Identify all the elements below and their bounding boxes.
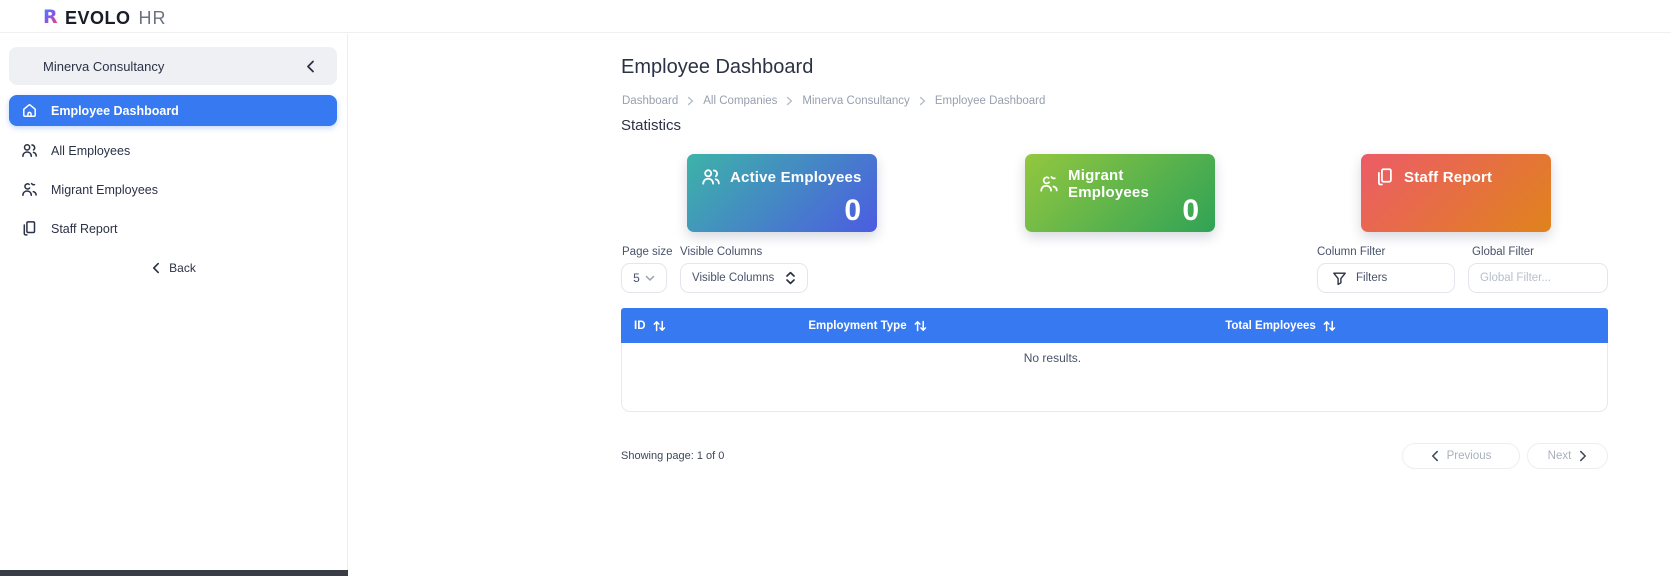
sidebar: Minerva Consultancy Employee Dashboard A… xyxy=(0,34,348,576)
chevron-right-icon xyxy=(1579,450,1587,462)
column-filter-label: Column Filter xyxy=(1317,246,1386,258)
stat-card-active-employees[interactable]: Active Employees 0 xyxy=(687,154,877,232)
stat-card-value: 0 xyxy=(844,194,861,227)
sidebar-item-employee-dashboard[interactable]: Employee Dashboard xyxy=(9,95,337,126)
global-filter-label: Global Filter xyxy=(1472,246,1534,258)
column-header-total-employees[interactable]: Total Employees xyxy=(1181,308,1381,343)
stat-card-value: 0 xyxy=(1182,194,1199,227)
stat-card-staff-report[interactable]: Staff Report xyxy=(1361,154,1551,232)
chevron-down-icon xyxy=(645,275,655,281)
chevron-left-icon xyxy=(1431,450,1439,462)
sidebar-collapse-button[interactable] xyxy=(306,60,315,73)
page-summary: Showing page: 1 of 0 xyxy=(621,450,725,462)
global-filter-input[interactable] xyxy=(1468,263,1608,293)
sort-icon xyxy=(914,320,926,331)
breadcrumb-item-company[interactable]: Minerva Consultancy xyxy=(802,95,909,107)
sidebar-item-migrant-employees[interactable]: Migrant Employees xyxy=(9,174,337,205)
company-name: Minerva Consultancy xyxy=(43,58,165,74)
column-header-employment-type[interactable]: Employment Type xyxy=(768,308,968,343)
back-label: Back xyxy=(169,261,196,275)
sidebar-item-label: All Employees xyxy=(51,143,131,158)
breadcrumb-item-dashboard[interactable]: Dashboard xyxy=(622,95,678,107)
visible-columns-dropdown[interactable]: Visible Columns xyxy=(680,263,808,293)
logo-text: EVOLO xyxy=(65,8,131,28)
page-size-value: 5 xyxy=(633,271,640,285)
column-label: ID xyxy=(634,319,646,332)
next-page-button[interactable]: Next xyxy=(1527,443,1608,469)
filters-button[interactable]: Filters xyxy=(1317,263,1455,293)
statistics-heading: Statistics xyxy=(621,117,682,134)
column-label: Employment Type xyxy=(808,319,907,332)
breadcrumb-item-current: Employee Dashboard xyxy=(934,95,1046,107)
stat-card-label: Active Employees xyxy=(730,168,862,186)
users-alt-icon xyxy=(21,181,38,198)
sort-icon xyxy=(1323,320,1336,331)
chevron-up-down-icon xyxy=(786,271,795,285)
previous-page-button[interactable]: Previous xyxy=(1402,443,1520,469)
stat-card-label: Staff Report xyxy=(1404,168,1493,186)
back-button[interactable]: Back xyxy=(0,256,348,280)
home-icon xyxy=(21,102,38,119)
users-icon xyxy=(701,167,721,187)
page-size-label: Page size xyxy=(622,246,673,258)
page-size-select[interactable]: 5 xyxy=(621,263,667,293)
previous-label: Previous xyxy=(1446,450,1492,462)
filters-button-label: Filters xyxy=(1356,272,1388,284)
visible-columns-label: Visible Columns xyxy=(680,246,763,258)
chevron-right-icon xyxy=(919,96,926,106)
stat-card-migrant-employees[interactable]: Migrant Employees 0 xyxy=(1025,154,1215,232)
chevron-left-icon xyxy=(307,60,314,72)
chevron-right-icon xyxy=(688,96,694,106)
next-label: Next xyxy=(1547,450,1572,462)
app-window: R EVOLO HR Minerva Consultancy Employee … xyxy=(0,0,1671,576)
sidebar-bottom-bar xyxy=(0,570,348,576)
breadcrumb-item-all-companies[interactable]: All Companies xyxy=(703,95,777,107)
documents-icon xyxy=(1375,167,1395,187)
sidebar-item-label: Staff Report xyxy=(51,221,118,236)
users-icon xyxy=(21,142,38,159)
empty-state-text: No results. xyxy=(1023,351,1082,365)
column-label: Total Employees xyxy=(1225,319,1316,332)
column-header-id[interactable]: ID xyxy=(634,308,667,343)
page-title: Employee Dashboard xyxy=(621,56,814,78)
funnel-icon xyxy=(1333,272,1346,285)
sidebar-item-label: Migrant Employees xyxy=(51,182,158,197)
documents-icon xyxy=(21,220,38,237)
users-alt-icon xyxy=(1039,174,1059,194)
logo-suffix: HR xyxy=(138,8,167,28)
top-bar: R EVOLO HR xyxy=(0,0,1671,33)
breadcrumb: Dashboard All Companies Minerva Consulta… xyxy=(622,95,1045,107)
stat-card-label: Migrant Employees xyxy=(1068,167,1150,201)
brand-logo[interactable]: R EVOLO HR xyxy=(43,3,167,29)
table-header: ID Employment Type Total Employees xyxy=(621,308,1608,343)
logo-r-icon: R xyxy=(43,6,62,27)
chevron-left-icon xyxy=(153,262,160,274)
sidebar-item-label: Employee Dashboard xyxy=(51,103,179,118)
visible-columns-value: Visible Columns xyxy=(692,272,775,284)
sidebar-item-all-employees[interactable]: All Employees xyxy=(9,135,337,166)
chevron-right-icon xyxy=(787,96,793,106)
svg-text:R: R xyxy=(43,6,58,27)
table-body: No results. xyxy=(621,343,1608,412)
company-selector[interactable]: Minerva Consultancy xyxy=(9,47,337,85)
sidebar-item-staff-report[interactable]: Staff Report xyxy=(9,213,337,244)
sort-icon xyxy=(653,320,665,331)
